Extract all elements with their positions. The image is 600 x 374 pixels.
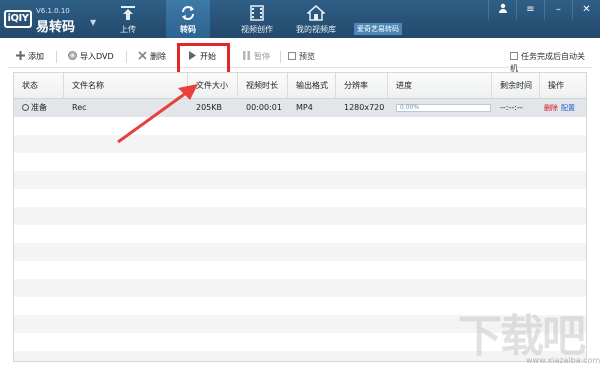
import-dvd-button[interactable]: 导入DVD — [68, 51, 114, 63]
empty-row — [14, 117, 586, 135]
progress-text: 0.00% — [400, 104, 420, 111]
tab-convert-label: 转码 — [180, 25, 196, 34]
watermark: 下载吧 www.xiazaiba.com — [458, 300, 600, 374]
disc-icon — [68, 51, 77, 60]
tab-my-library-label: 我的视频库 — [296, 25, 336, 34]
empty-row — [14, 135, 586, 153]
menu-icon[interactable]: ≡ — [516, 0, 544, 20]
logo-dropdown-icon[interactable]: ▼ — [90, 18, 96, 27]
col-remaining[interactable]: 剩余时间 — [492, 73, 540, 99]
import-dvd-label: 导入DVD — [80, 52, 114, 61]
progress-bar: 0.00% — [396, 104, 491, 112]
row-progress: 0.00% — [388, 99, 492, 117]
col-status[interactable]: 状态 — [14, 73, 64, 99]
tab-video-create[interactable]: 视频创作 — [232, 0, 282, 38]
minimize-icon[interactable]: – — [544, 0, 572, 20]
col-resolution[interactable]: 分辨率 — [336, 73, 388, 99]
home-icon — [307, 5, 325, 21]
col-file-size[interactable]: 文件大小 — [188, 73, 238, 99]
row-file-name: Rec — [72, 103, 87, 112]
film-icon — [250, 5, 264, 21]
convert-icon — [182, 6, 194, 20]
app-version: V6.1.0.10 — [36, 7, 70, 15]
empty-row — [14, 171, 586, 189]
upload-icon — [121, 6, 135, 20]
row-resolution: 1280x720 — [344, 103, 385, 112]
toolbar-divider — [126, 51, 127, 63]
toolbar: 添加 导入DVD 删除 开始 暂停 预览 任务完成后自动关机 — [8, 44, 592, 73]
row-file-size: 205KB — [196, 103, 223, 112]
auto-shutdown-checkbox-box[interactable] — [510, 52, 518, 60]
pause-button[interactable]: 暂停 — [242, 51, 270, 63]
empty-row — [14, 261, 586, 279]
watermark-text: 下载吧 — [458, 311, 586, 362]
empty-row — [14, 153, 586, 171]
app-logo: iQIY V6.1.0.10 易转码 ▼ — [4, 4, 96, 35]
tab-upload[interactable]: 上传 — [108, 0, 148, 38]
row-status: 准备 — [14, 99, 64, 117]
table-header: 状态 文件名称 文件大小 视频时长 输出格式 分辨率 进度 剩余时间 操作 — [14, 73, 586, 99]
row-output-format: MP4 — [296, 103, 313, 112]
row-remaining: --:--:-- — [500, 103, 523, 112]
tab-convert[interactable]: 转码 — [166, 0, 210, 38]
app-name: 易转码 — [36, 20, 76, 35]
empty-row — [14, 189, 586, 207]
row-actions: 删除 配置 — [540, 99, 586, 117]
table-row[interactable]: 准备 Rec 205KB 00:00:01 MP4 1280x720 0.00%… — [14, 99, 586, 117]
title-bar: iQIY V6.1.0.10 易转码 ▼ 上传 转码 视频创作 我的视频库 爱奇… — [0, 0, 600, 38]
toolbar-divider — [280, 51, 281, 63]
watermark-url: www.xiazaiba.com — [526, 356, 600, 365]
tab-upload-label: 上传 — [120, 25, 136, 34]
col-output-format[interactable]: 输出格式 — [288, 73, 336, 99]
delete-button[interactable]: 删除 — [138, 51, 166, 63]
plus-icon — [16, 51, 25, 60]
row-config-link[interactable]: 配置 — [561, 104, 575, 112]
status-indicator-icon — [22, 104, 29, 111]
preview-checkbox-box[interactable] — [288, 52, 296, 60]
empty-row — [14, 207, 586, 225]
auto-shutdown-label: 任务完成后自动关机 — [510, 52, 585, 73]
pause-icon — [243, 51, 250, 60]
tab-video-create-label: 视频创作 — [241, 25, 273, 34]
empty-row — [14, 279, 586, 297]
col-duration[interactable]: 视频时长 — [238, 73, 288, 99]
iqiyi-logo-mark: iQIY — [4, 10, 32, 28]
toolbar-divider — [56, 51, 57, 63]
col-file-name[interactable]: 文件名称 — [64, 73, 188, 99]
row-duration: 00:00:01 — [246, 103, 282, 112]
empty-row — [14, 243, 586, 261]
delete-icon — [138, 51, 147, 60]
promo-badge[interactable]: 爱奇艺易转码 — [354, 23, 402, 35]
preview-checkbox[interactable]: 预览 — [288, 51, 315, 63]
add-button[interactable]: 添加 — [16, 51, 44, 63]
add-button-label: 添加 — [28, 52, 44, 61]
preview-label: 预览 — [299, 52, 315, 61]
row-delete-link[interactable]: 删除 — [544, 104, 558, 112]
delete-button-label: 删除 — [150, 52, 166, 61]
tab-my-library[interactable]: 我的视频库 — [290, 0, 342, 38]
col-actions[interactable]: 操作 — [540, 73, 586, 99]
user-icon[interactable] — [488, 0, 516, 20]
close-icon[interactable]: ✕ — [572, 0, 600, 20]
col-progress[interactable]: 进度 — [388, 73, 492, 99]
pause-button-label: 暂停 — [254, 52, 270, 61]
empty-row — [14, 225, 586, 243]
auto-shutdown-checkbox[interactable]: 任务完成后自动关机 — [510, 51, 592, 73]
row-status-text: 准备 — [31, 103, 47, 112]
